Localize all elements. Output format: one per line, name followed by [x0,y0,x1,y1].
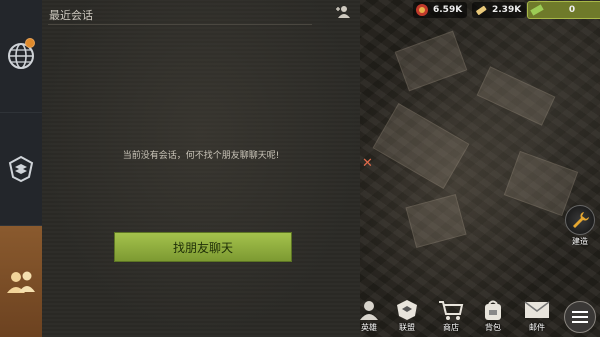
tab-private-chat[interactable] [0,226,42,337]
tab-alliance-chat[interactable] [0,113,42,226]
main-menu-button[interactable] [564,301,596,333]
nav-heroes-label: 英雄 [361,323,377,332]
resource-ammo: 2.39K [472,2,527,18]
nav-shop-label: 商店 [443,323,459,332]
ammo-icon [476,5,487,15]
game-map-background[interactable] [360,0,600,337]
alliance-shield-icon [8,155,34,183]
panel-title: 最近会话 [49,9,93,22]
nav-backpack-label: 背包 [485,323,501,332]
empty-conversation-message: 当前没有会话，何不找个朋友聊聊天呢! [122,151,280,161]
backpack-icon [485,300,501,320]
nav-mail[interactable]: 邮件 [520,298,554,333]
alliance-icon [397,300,417,320]
build-button[interactable]: 建造 [564,205,596,247]
nav-alliance[interactable]: 联盟 [390,298,424,333]
build-label: 建造 [572,237,588,246]
notification-dot [25,38,35,48]
food-amount: 6.59K [433,5,463,15]
find-friend-button[interactable]: 找朋友聊天 [114,232,292,262]
nav-heroes[interactable]: 英雄 [352,298,386,333]
chat-category-tabs [0,0,42,337]
tab-world-chat[interactable] [0,0,42,113]
wrench-icon [573,212,589,228]
chat-panel: 最近会话 当前没有会话，何不找个朋友聊聊天呢! 找朋友聊天 [42,0,360,337]
title-divider [48,24,312,25]
hero-icon [360,301,378,320]
hamburger-menu-icon [572,311,588,323]
close-icon[interactable]: ✕ [362,156,373,171]
cash-icon [530,4,544,16]
ammo-amount: 2.39K [492,5,522,15]
resource-food: 6.59K [413,2,468,18]
cash-amount: 0 [568,5,576,15]
shop-icon [439,301,464,320]
nav-shop[interactable]: 商店 [434,298,468,333]
food-icon [416,4,428,16]
add-contact-icon[interactable] [335,5,351,19]
nav-mail-label: 邮件 [529,323,545,332]
nav-backpack[interactable]: 背包 [476,298,510,333]
resource-cash: 0 + [527,1,600,19]
people-icon [7,271,35,293]
mail-icon [524,301,550,318]
nav-alliance-label: 联盟 [399,323,415,332]
